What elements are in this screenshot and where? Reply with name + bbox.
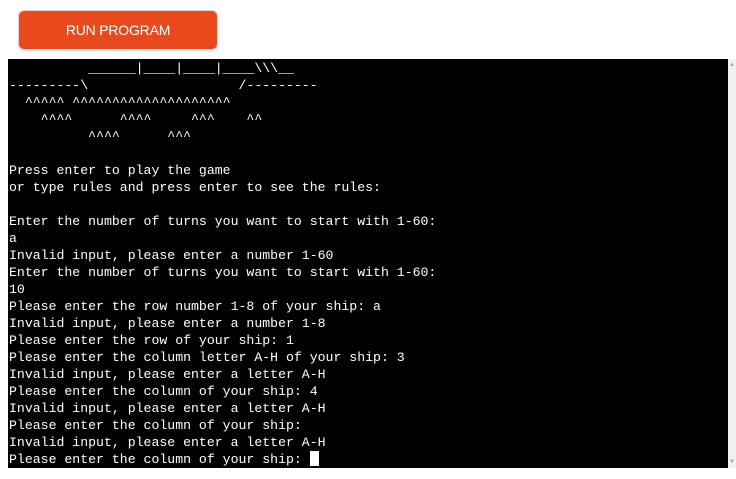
terminal-line: Please enter the column of your ship: <box>9 418 302 433</box>
terminal-line: Please enter the column letter A-H of yo… <box>9 350 405 365</box>
terminal-line: Enter the number of turns you want to st… <box>9 265 437 280</box>
terminal-cursor <box>309 451 319 466</box>
terminal-line: ______|____|____|____\\\__ <box>9 61 294 76</box>
terminal-line: or type rules and press enter to see the… <box>9 180 381 195</box>
terminal-line: Invalid input, please enter a number 1-6… <box>9 248 334 263</box>
run-program-label: RUN PROGRAM <box>65 22 171 38</box>
terminal-line: Invalid input, please enter a letter A-H <box>9 367 326 382</box>
scroll-up-icon[interactable]: ▲ <box>728 61 736 69</box>
terminal-output: ______|____|____|____\\\__ ---------\ /-… <box>9 60 436 468</box>
page: RUN PROGRAM ______|____|____|____\\\__ -… <box>0 0 736 479</box>
terminal-scrollbar[interactable]: ▲ ▼ <box>728 59 736 468</box>
terminal-line: Invalid input, please enter a number 1-8 <box>9 316 326 331</box>
terminal-line: ^^^^ ^^^^ ^^^ ^^ <box>9 112 263 127</box>
terminal-line: Press enter to play the game <box>9 163 231 178</box>
terminal-line: ^^^^ ^^^ <box>9 129 192 144</box>
terminal-line: 10 <box>9 282 25 297</box>
terminal-line: a <box>9 231 17 246</box>
terminal-line: Enter the number of turns you want to st… <box>9 214 437 229</box>
terminal-line: Please enter the row number 1-8 of your … <box>9 299 381 314</box>
terminal-lines: ______|____|____|____\\\__ ---------\ /-… <box>9 61 436 450</box>
terminal-line: Invalid input, please enter a letter A-H <box>9 435 326 450</box>
terminal-line: ^^^^^ ^^^^^^^^^^^^^^^^^^^^ <box>9 95 231 110</box>
terminal[interactable]: ______|____|____|____\\\__ ---------\ /-… <box>8 59 728 468</box>
terminal-line: Invalid input, please enter a letter A-H <box>9 401 326 416</box>
scroll-down-icon[interactable]: ▼ <box>728 458 736 466</box>
run-program-button[interactable]: RUN PROGRAM <box>18 10 218 50</box>
terminal-line: Please enter the row of your ship: 1 <box>9 333 294 348</box>
terminal-prompt: Please enter the column of your ship: <box>9 452 310 467</box>
terminal-line: Please enter the column of your ship: 4 <box>9 384 318 399</box>
terminal-line: ---------\ /--------- <box>9 78 318 93</box>
